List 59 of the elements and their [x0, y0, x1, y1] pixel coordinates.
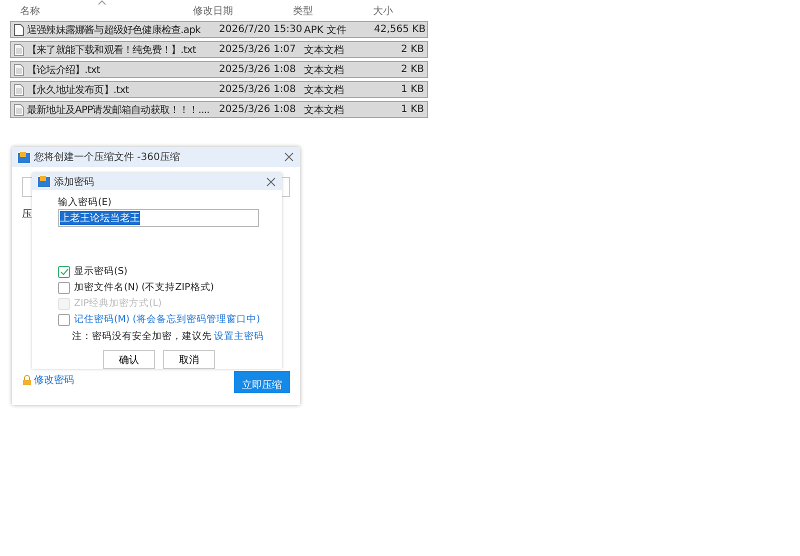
password-text: 上老王论坛当老王 — [60, 211, 140, 225]
window-title: 添加密码 — [54, 176, 95, 188]
archive-icon — [38, 176, 50, 187]
option-label: 显示密码(S) — [74, 265, 128, 278]
change-password-link[interactable]: 修改密码 — [34, 373, 74, 387]
file-row[interactable]: 【来了就能下载和观看！纯免费！】.txt 2025/3/26 1:07 文本文档 2 KB — [10, 41, 428, 58]
column-header[interactable]: 类型 — [290, 0, 370, 18]
column-header[interactable]: 大小 — [370, 0, 425, 18]
file-size: 1 KB — [400, 104, 424, 115]
option-label: ZIP经典加密方式(L) — [74, 297, 162, 310]
file-type: 文本文档 — [304, 84, 345, 96]
file-size: 2 KB — [400, 44, 424, 55]
file-row[interactable]: 逞强辣妹露娜酱与超级好色健康检查.apk 2026/7/20 15:30 APK 文件 42,565 KB — [10, 21, 428, 38]
close-icon[interactable] — [266, 176, 276, 186]
modified-date: 2026/7/20 15:30 — [219, 24, 304, 35]
file-type: APK 文件 — [304, 24, 348, 36]
file-type: 文本文档 — [304, 104, 345, 116]
column-header[interactable]: 名称 — [0, 0, 190, 18]
file-icon — [14, 24, 24, 36]
archive-icon — [18, 152, 30, 162]
file-name: 最新地址及APP请发邮箱自动获取！！！.... — [27, 104, 210, 116]
note-text: 注：密码没有安全加密，建议先 — [72, 330, 212, 343]
option-label: 加密文件名(N) (不支持ZIP格式) — [74, 281, 214, 294]
file-row[interactable]: 【论坛介绍】.txt 2025/3/26 1:08 文本文档 2 KB — [10, 61, 428, 78]
text-file-icon — [14, 44, 24, 56]
file-name: 逞强辣妹露娜酱与超级好色健康检查.apk — [27, 24, 200, 36]
modified-date: 2025/3/26 1:08 — [219, 84, 297, 95]
file-row[interactable]: 【永久地址发布页】.txt 2025/3/26 1:08 文本文档 1 KB — [10, 81, 428, 98]
file-type: 文本文档 — [304, 64, 345, 76]
window-title: 您将创建一个压缩文件 -360压缩 — [34, 150, 181, 164]
file-row[interactable]: 最新地址及APP请发邮箱自动获取！！！.... 2025/3/26 1:08 文本文档 1 KB — [10, 101, 428, 118]
file-size: 1 KB — [400, 84, 424, 95]
close-icon[interactable] — [284, 152, 294, 162]
modified-date: 2025/3/26 1:07 — [219, 44, 297, 55]
file-name: 【永久地址发布页】.txt — [27, 84, 129, 96]
checkbox[interactable] — [58, 282, 70, 294]
field-label: 输入密码(E) — [58, 196, 112, 209]
file-name: 【来了就能下载和观看！纯免费！】.txt — [27, 44, 196, 56]
option-link[interactable]: 记住密码(M) (将会备忘到密码管理窗口中) — [74, 313, 260, 326]
text-file-icon — [14, 104, 24, 116]
master-password-link[interactable]: 设置主密码 — [214, 330, 264, 343]
file-name: 【论坛介绍】.txt — [27, 64, 100, 76]
sort-caret-icon — [98, 0, 106, 5]
checkbox[interactable] — [58, 314, 70, 326]
modified-date: 2025/3/26 1:08 — [219, 104, 297, 115]
text-file-icon — [14, 84, 24, 96]
lock-icon — [22, 375, 32, 385]
modified-date: 2025/3/26 1:08 — [219, 64, 297, 75]
file-size: 42,565 KB — [374, 24, 424, 35]
compress-button[interactable]: 立即压缩 — [234, 371, 290, 393]
password-field[interactable]: 上老王论坛当老王 — [58, 209, 259, 227]
dialog-button[interactable]: 取消 — [163, 350, 215, 369]
file-size: 2 KB — [400, 64, 424, 75]
checkbox[interactable] — [58, 266, 70, 278]
file-type: 文本文档 — [304, 44, 345, 56]
column-header[interactable]: 修改日期 — [190, 0, 290, 18]
text-file-icon — [14, 64, 24, 76]
dialog-button[interactable]: 确认 — [103, 350, 155, 369]
field-label: 压 — [22, 208, 32, 221]
